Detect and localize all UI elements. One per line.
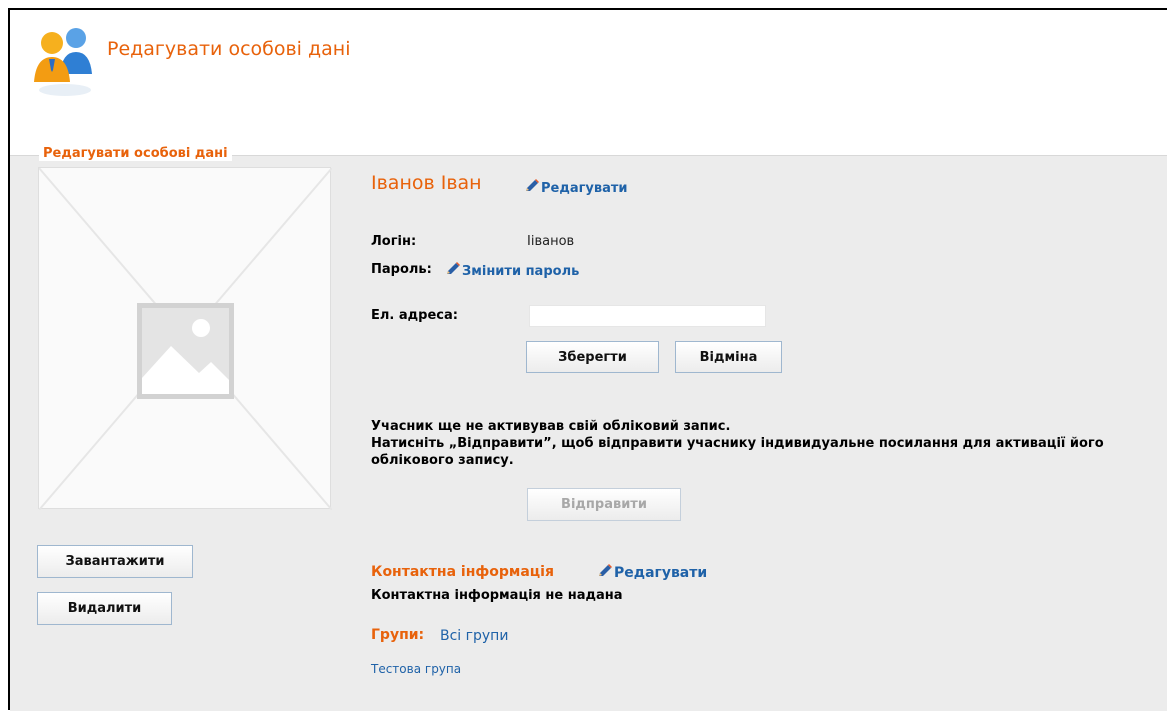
pencil-icon [526, 179, 539, 191]
profile-photo [38, 167, 332, 510]
activation-notice-line2: Натисніть „Відправити”, щоб відправити у… [371, 436, 1104, 468]
change-password-label: Змінити пароль [462, 264, 580, 279]
change-password-link[interactable]: Змінити пароль [445, 262, 579, 279]
email-label: Ел. адреса: [371, 308, 458, 323]
group-item-link[interactable]: Тестова група [371, 662, 461, 676]
upload-photo-button[interactable]: Завантажити [37, 545, 193, 578]
save-button[interactable]: Зберегти [526, 341, 659, 373]
send-activation-button[interactable]: Відправити [527, 488, 681, 521]
groups-title: Групи: [371, 627, 425, 643]
contact-empty-text: Контактна інформація не надана [371, 588, 623, 603]
edit-name-label: Редагувати [541, 181, 628, 196]
email-field[interactable] [529, 305, 766, 327]
edit-contact-link[interactable]: Редагувати [597, 564, 707, 581]
contact-section-title: Контактна інформація [371, 564, 554, 580]
password-label: Пароль: [371, 262, 432, 277]
edit-name-link[interactable]: Редагувати [524, 179, 628, 196]
page-title: Редагувати особові дані [107, 38, 351, 60]
panel-legend: Редагувати особові дані [39, 146, 232, 161]
pencil-icon [447, 262, 460, 274]
all-groups-link[interactable]: Всі групи [440, 628, 508, 644]
users-icon [30, 24, 100, 98]
delete-photo-button[interactable]: Видалити [37, 592, 172, 625]
pencil-icon [599, 564, 612, 576]
activation-notice: Учасник ще не активував свій обліковий з… [371, 418, 1156, 469]
user-name: Іванов Іван [371, 172, 482, 194]
login-label: Логін: [371, 234, 417, 249]
login-value: Iіванов [527, 234, 575, 249]
cancel-button[interactable]: Відміна [675, 341, 782, 373]
image-placeholder-icon [137, 303, 234, 399]
activation-notice-line1: Учасник ще не активував свій обліковий з… [371, 419, 731, 434]
edit-contact-label: Редагувати [614, 565, 708, 581]
